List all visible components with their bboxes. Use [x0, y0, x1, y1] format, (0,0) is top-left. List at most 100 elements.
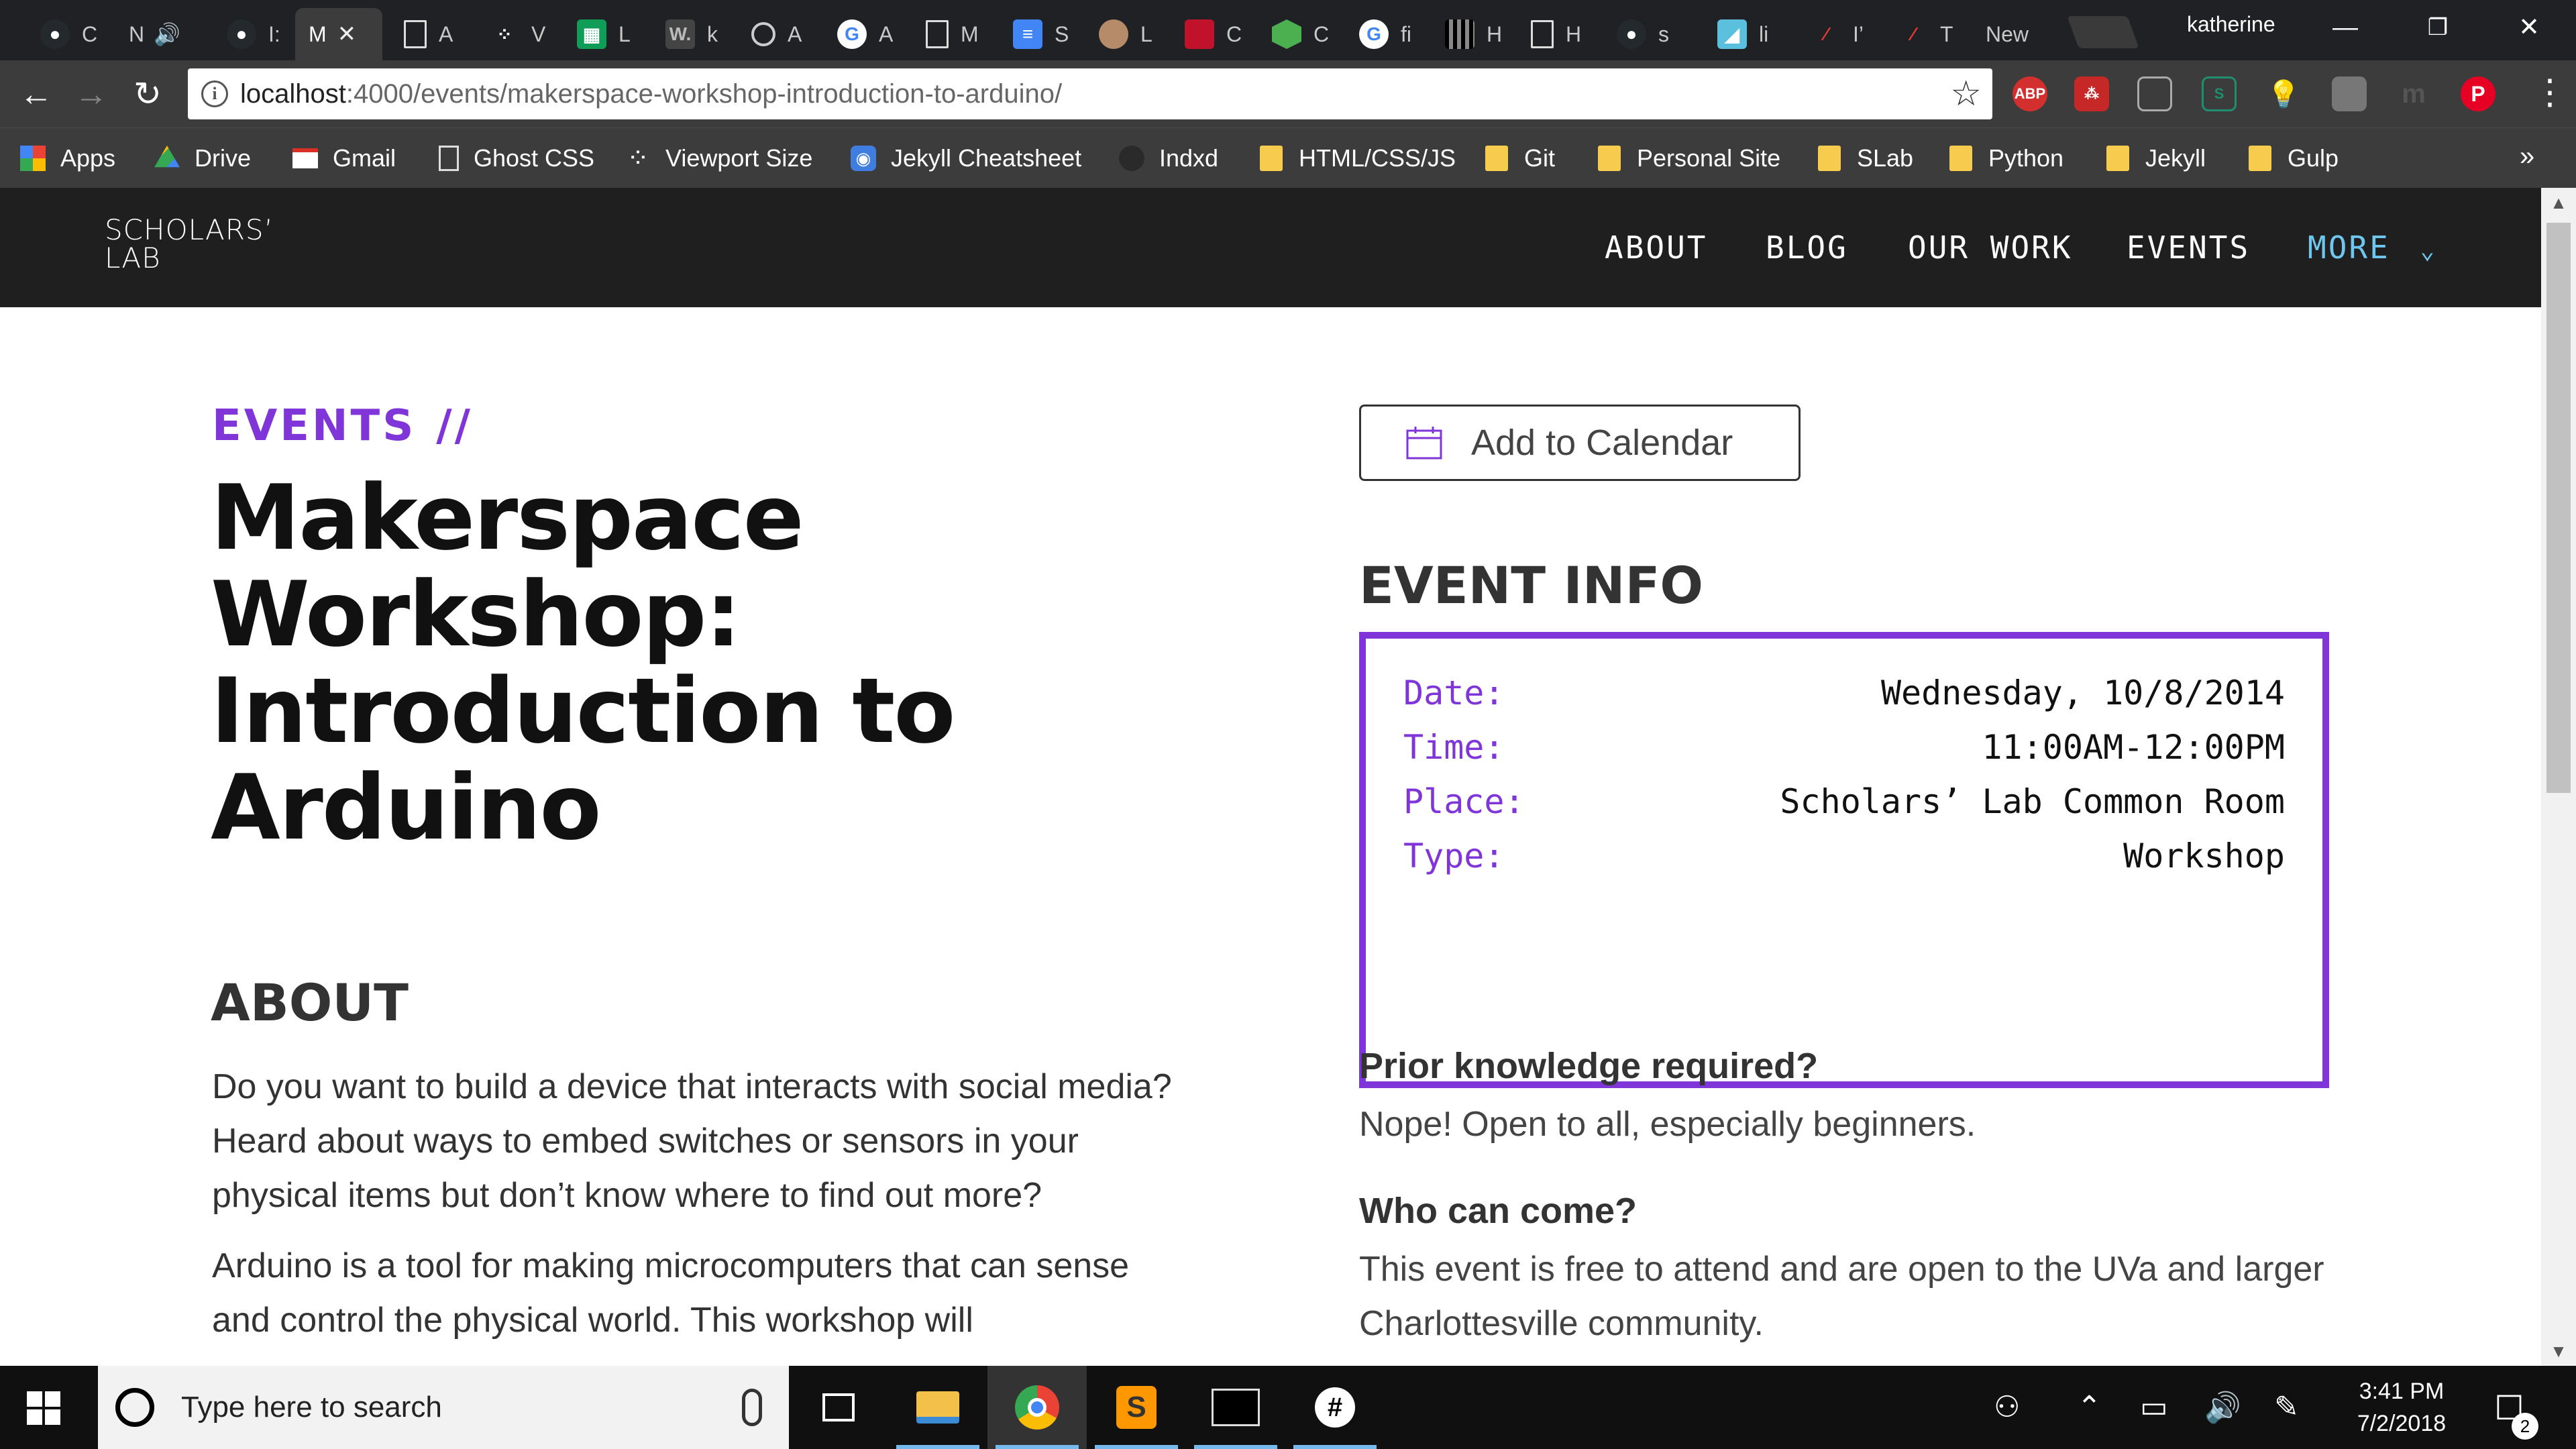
bookmark-drive[interactable]: Drive	[154, 142, 251, 175]
windows-start-icon[interactable]	[27, 1391, 60, 1425]
tab[interactable]: ● s	[1603, 8, 1677, 60]
bookmark-folder-python[interactable]: Python	[1948, 142, 2063, 175]
info-row-time: Time: 11:00AM-12:00PM	[1403, 720, 2285, 774]
tab[interactable]: A	[390, 8, 464, 60]
tab[interactable]: M	[912, 8, 986, 60]
minimize-icon[interactable]: —	[2318, 9, 2372, 46]
tab[interactable]: C	[1258, 8, 1332, 60]
square-icon[interactable]	[2332, 76, 2367, 111]
tab[interactable]: ⁄ I’	[1798, 8, 1872, 60]
bookmark-folder-gulp[interactable]: Gulp	[2247, 142, 2339, 175]
close-window-icon[interactable]: ✕	[2502, 9, 2556, 46]
tab-title: k	[707, 21, 718, 46]
tab[interactable]: G A	[824, 8, 898, 60]
tab[interactable]: ● C	[27, 8, 101, 60]
tab[interactable]: New	[1972, 8, 2066, 60]
folder-icon	[1817, 146, 1842, 171]
profile-name[interactable]: katherine	[2187, 12, 2275, 37]
s-icon[interactable]: S	[2202, 76, 2237, 111]
bookmark-jekyll-cheatsheet[interactable]: ◉ Jekyll Cheatsheet	[851, 142, 1081, 175]
forward-icon[interactable]: →	[71, 74, 111, 114]
browser-toolbar: ← → ↻ i localhost:4000/events/makerspace…	[0, 60, 2576, 127]
tab[interactable]: G fi	[1346, 8, 1419, 60]
nav-blog[interactable]: BLOG	[1766, 229, 1848, 266]
new-tab-button[interactable]	[2067, 16, 2139, 48]
site-logo[interactable]: SCHOLARS’ LAB	[105, 216, 274, 272]
add-to-calendar-button[interactable]: Add to Calendar	[1359, 405, 1801, 481]
section-label-text[interactable]: EVENTS	[212, 401, 416, 451]
page-scrollbar[interactable]: ▲ ▼	[2541, 188, 2576, 1366]
pinterest-icon[interactable]: P	[2461, 76, 2496, 111]
pen-icon[interactable]: ✎	[2274, 1390, 2299, 1424]
volume-icon[interactable]: 🔊	[2204, 1390, 2241, 1425]
reload-icon[interactable]: ↻	[127, 74, 168, 114]
tab-active[interactable]: M ✕	[295, 8, 382, 60]
scroll-down-icon[interactable]: ▼	[2541, 1336, 2576, 1366]
tab[interactable]: C	[1171, 8, 1245, 60]
tab[interactable]: W. k	[652, 8, 726, 60]
bookmark-indxd[interactable]: Indxd	[1119, 142, 1218, 175]
info-label: Type:	[1403, 836, 1505, 875]
event-info-heading: EVENT INFO	[1359, 555, 1703, 615]
tab-title: C	[1313, 21, 1330, 46]
tab[interactable]: ◢ li	[1704, 8, 1778, 60]
bookmark-folder-git[interactable]: Git	[1484, 142, 1555, 175]
battery-icon[interactable]: ▭	[2140, 1390, 2168, 1424]
tab[interactable]: ⁘ V	[476, 8, 550, 60]
inspect-icon[interactable]	[2137, 76, 2172, 111]
tab[interactable]: ● I:	[213, 8, 287, 60]
terminal-icon[interactable]	[1186, 1366, 1285, 1449]
restore-icon[interactable]: ❐	[2411, 9, 2465, 46]
tab[interactable]: ≡ S	[1000, 8, 1073, 60]
bookmark-viewport-size[interactable]: ⁘ Viewport Size	[625, 142, 812, 175]
nav-more[interactable]: MORE ⌄	[2308, 229, 2436, 266]
people-icon[interactable]: ⚇	[1994, 1390, 2020, 1424]
m-icon[interactable]: m	[2396, 76, 2431, 111]
lightbulb-icon[interactable]: 💡	[2266, 76, 2301, 111]
tab[interactable]: ⁄ T	[1885, 8, 1959, 60]
close-tab-icon[interactable]: ✕	[337, 21, 357, 48]
slack-icon[interactable]: #	[1285, 1366, 1385, 1449]
tab[interactable]: A	[738, 8, 812, 60]
tab[interactable]: N 🔊	[115, 8, 203, 60]
web-page: SCHOLARS’ LAB ABOUT BLOG OUR WORK EVENTS…	[0, 188, 2541, 1366]
microphone-icon[interactable]	[742, 1389, 762, 1426]
file-explorer-icon[interactable]	[888, 1366, 987, 1449]
bookmark-folder-html[interactable]: HTML/CSS/JS	[1258, 142, 1456, 175]
back-icon[interactable]: ←	[16, 74, 56, 114]
avatar-icon	[1099, 19, 1128, 49]
bookmark-ghost-css[interactable]: Ghost CSS	[439, 142, 594, 175]
nav-our-work[interactable]: OUR WORK	[1908, 229, 2073, 266]
chrome-icon[interactable]	[987, 1366, 1087, 1449]
task-view-icon[interactable]	[789, 1366, 888, 1449]
tab[interactable]: H	[1517, 8, 1591, 60]
sublime-text-icon[interactable]: S	[1087, 1366, 1186, 1449]
bookmark-gmail[interactable]: Gmail	[292, 142, 396, 175]
tab[interactable]: ▦ L	[564, 8, 637, 60]
document-icon	[439, 146, 459, 171]
windows-taskbar: Type here to search S # ⚇ ⌃ ▭ 🔊 ✎ 3:41 P…	[0, 1366, 2576, 1449]
bookmark-folder-slab[interactable]: SLab	[1817, 142, 1913, 175]
info-row-type: Type: Workshop	[1403, 828, 2285, 883]
taskbar-clock[interactable]: 3:41 PM 7/2/2018	[2341, 1375, 2462, 1440]
pdf-icon[interactable]: ⁂	[2074, 76, 2109, 111]
bookmarks-overflow-icon[interactable]: »	[2520, 142, 2534, 172]
info-icon[interactable]: i	[201, 80, 228, 107]
taskbar-search-box[interactable]: Type here to search	[98, 1366, 789, 1449]
bookmark-star-icon[interactable]: ☆	[1950, 74, 1982, 114]
bookmark-apps[interactable]: Apps	[20, 142, 115, 175]
adblock-plus-icon[interactable]: ABP	[2012, 76, 2047, 111]
bookmark-folder-jekyll[interactable]: Jekyll	[2105, 142, 2206, 175]
nav-events[interactable]: EVENTS	[2127, 229, 2250, 266]
chrome-menu-icon[interactable]: ⋮	[2532, 74, 2567, 111]
cortana-icon	[115, 1388, 154, 1427]
scroll-up-icon[interactable]: ▲	[2541, 188, 2576, 217]
address-bar[interactable]: i localhost:4000/events/makerspace-works…	[188, 68, 1992, 119]
apps-icon	[20, 146, 46, 171]
bookmark-folder-personal-site[interactable]: Personal Site	[1597, 142, 1780, 175]
scroll-thumb[interactable]	[2546, 223, 2571, 793]
nav-about[interactable]: ABOUT	[1605, 229, 1707, 266]
tab[interactable]: L	[1085, 8, 1159, 60]
tab[interactable]: H	[1432, 8, 1505, 60]
show-hidden-icons-icon[interactable]: ⌃	[2077, 1390, 2102, 1424]
